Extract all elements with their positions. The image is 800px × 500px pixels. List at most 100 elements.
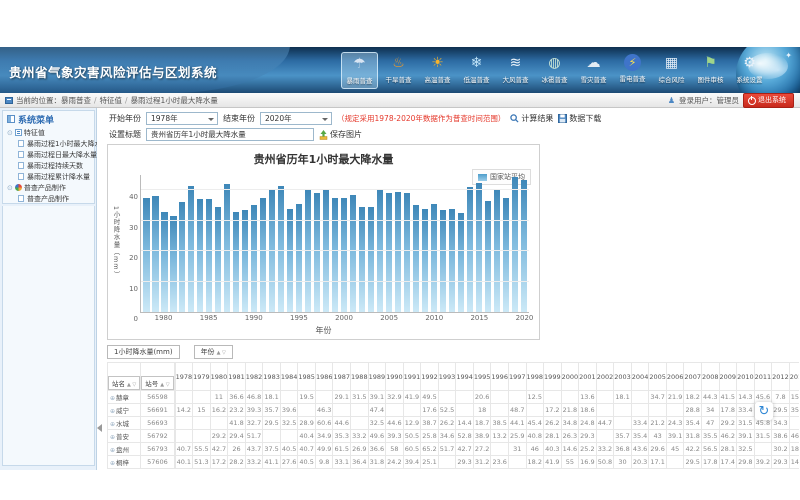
bar-2007[interactable] (404, 193, 410, 312)
bar-2018[interactable] (503, 198, 509, 312)
year-column-header-1988[interactable]: 1988 (351, 363, 369, 391)
year-column-header-2002[interactable]: 2002 (596, 363, 614, 391)
bar-1999[interactable] (332, 198, 338, 312)
year-column-header-1993[interactable]: 1993 (438, 363, 456, 391)
bar-1984[interactable] (197, 199, 203, 312)
crumb-2[interactable]: 暴雨过程1小时最大降水量 (131, 96, 218, 105)
station-name-cell[interactable]: ⊕水城 (108, 417, 141, 430)
year-column-header-2000[interactable]: 2000 (561, 363, 579, 391)
bar-2016[interactable] (485, 201, 491, 312)
bar-2020[interactable] (521, 180, 527, 312)
year-column-header-2013[interactable]: 2013 (789, 363, 799, 391)
nav-item-8[interactable]: ▦综合风险 (653, 52, 690, 89)
row-expand-icon[interactable]: ⊕ (110, 408, 115, 415)
expand-toggle-icon[interactable]: ⊙ (7, 184, 13, 192)
bar-2015[interactable] (476, 183, 482, 312)
nav-item-0[interactable]: ☂暴雨普查 (341, 52, 378, 89)
year-column-header-2006[interactable]: 2006 (666, 363, 684, 391)
sidebar-item-0-2[interactable]: 暴雨过程持续天数 (3, 160, 94, 171)
year-column-header-1978[interactable]: 1978 (175, 363, 193, 391)
year-column-header-1989[interactable]: 1989 (368, 363, 386, 391)
nav-item-4[interactable]: ≋大风普查 (497, 52, 534, 89)
sidebar-item-0-1[interactable]: 暴雨过程日最大降水量 (3, 149, 94, 160)
year-column-header-2001[interactable]: 2001 (579, 363, 597, 391)
year-column-header-2011[interactable]: 2011 (754, 363, 772, 391)
station-name-cell[interactable]: ⊕普安 (108, 430, 141, 443)
year-column-header-2008[interactable]: 2008 (701, 363, 719, 391)
save-image-button[interactable]: 保存图片 (319, 129, 362, 140)
chart-title-input[interactable] (146, 128, 314, 141)
year-column-header-2010[interactable]: 2010 (737, 363, 755, 391)
year-column-header-1980[interactable]: 1980 (210, 363, 228, 391)
bar-1997[interactable] (314, 193, 320, 312)
year-column-header-2005[interactable]: 2005 (649, 363, 667, 391)
year-column-header-1998[interactable]: 1998 (526, 363, 544, 391)
station-name-cell[interactable]: ⊕威宁 (108, 404, 141, 417)
year-column-header-1987[interactable]: 1987 (333, 363, 351, 391)
crumb-0[interactable]: 暴雨普查 (61, 96, 91, 105)
sidebar-group-1[interactable]: ⊙普查产品制作 (3, 182, 94, 193)
station-id-sort[interactable]: 站号▲ ▽ (141, 376, 173, 390)
bar-2011[interactable] (440, 210, 446, 312)
bar-2008[interactable] (413, 205, 419, 312)
bar-2019[interactable] (512, 177, 518, 312)
bar-1985[interactable] (206, 199, 212, 312)
row-expand-icon[interactable]: ⊕ (110, 395, 115, 402)
year-column-header-1981[interactable]: 1981 (228, 363, 246, 391)
year-column-header-1982[interactable]: 1982 (245, 363, 263, 391)
bar-1981[interactable] (170, 216, 176, 312)
refresh-icon[interactable]: ↻ (755, 402, 773, 420)
row-expand-icon[interactable]: ⊕ (110, 434, 115, 441)
bar-1990[interactable] (251, 205, 257, 312)
nav-item-3[interactable]: ❄低温普查 (458, 52, 495, 89)
year-column-header-1992[interactable]: 1992 (421, 363, 439, 391)
nav-item-2[interactable]: ☀高温普查 (419, 52, 456, 89)
nav-item-9[interactable]: ⚑图件审核 (692, 52, 729, 89)
station-name-cell[interactable]: ⊕盘州 (108, 443, 141, 456)
year-column-header-1979[interactable]: 1979 (193, 363, 211, 391)
exit-system-button[interactable]: 退出系统 (743, 93, 794, 108)
nav-item-6[interactable]: ☁雪灾普查 (575, 52, 612, 89)
station-name-sort[interactable]: 站名▲ ▽ (108, 376, 140, 390)
bar-1983[interactable] (188, 186, 194, 312)
bar-2002[interactable] (359, 207, 365, 312)
calc-result-button[interactable]: 计算结果 (510, 113, 553, 124)
year-column-header-2009[interactable]: 2009 (719, 363, 737, 391)
year-sort-control[interactable]: 年份▲ ▽ (194, 345, 233, 359)
year-column-header-2003[interactable]: 2003 (614, 363, 632, 391)
sidebar-item-1-0[interactable]: 普查产品制作 (3, 193, 94, 204)
bar-2012[interactable] (449, 209, 455, 313)
year-column-header-2007[interactable]: 2007 (684, 363, 702, 391)
year-column-header-1994[interactable]: 1994 (456, 363, 474, 391)
sidebar-item-0-0[interactable]: 暴雨过程1小时最大降水量 (3, 138, 94, 149)
year-column-header-1984[interactable]: 1984 (280, 363, 298, 391)
year-column-header-1995[interactable]: 1995 (473, 363, 491, 391)
nav-item-1[interactable]: ♨干旱普查 (380, 52, 417, 89)
bar-2000[interactable] (341, 198, 347, 312)
year-column-header-2004[interactable]: 2004 (631, 363, 649, 391)
year-column-header-1986[interactable]: 1986 (315, 363, 333, 391)
station-name-cell[interactable]: ⊕桐梓 (108, 456, 141, 469)
bar-1988[interactable] (233, 212, 239, 312)
bar-2001[interactable] (350, 195, 356, 312)
end-year-select[interactable]: 2020年 (260, 112, 332, 125)
bar-1991[interactable] (260, 198, 266, 312)
year-column-header-1985[interactable]: 1985 (298, 363, 316, 391)
year-column-header-1990[interactable]: 1990 (386, 363, 404, 391)
year-column-header-1996[interactable]: 1996 (491, 363, 509, 391)
crumb-1[interactable]: 特征值 (100, 96, 123, 105)
bar-1980[interactable] (161, 212, 167, 312)
bar-1994[interactable] (287, 209, 293, 313)
scroll-left-arrow[interactable] (97, 424, 102, 432)
start-year-select[interactable]: 1978年 (146, 112, 218, 125)
sidebar-group-0[interactable]: ⊙特征值 (3, 127, 94, 138)
bar-2005[interactable] (386, 193, 392, 312)
year-column-header-1999[interactable]: 1999 (544, 363, 562, 391)
bar-2003[interactable] (368, 207, 374, 312)
bar-1979[interactable] (152, 196, 158, 312)
bar-1987[interactable] (224, 184, 230, 312)
nav-item-7[interactable]: ⚡雷电普查 (614, 52, 651, 89)
year-column-header-1991[interactable]: 1991 (403, 363, 421, 391)
bar-1989[interactable] (242, 210, 248, 312)
year-column-header-2012[interactable]: 2012 (772, 363, 790, 391)
